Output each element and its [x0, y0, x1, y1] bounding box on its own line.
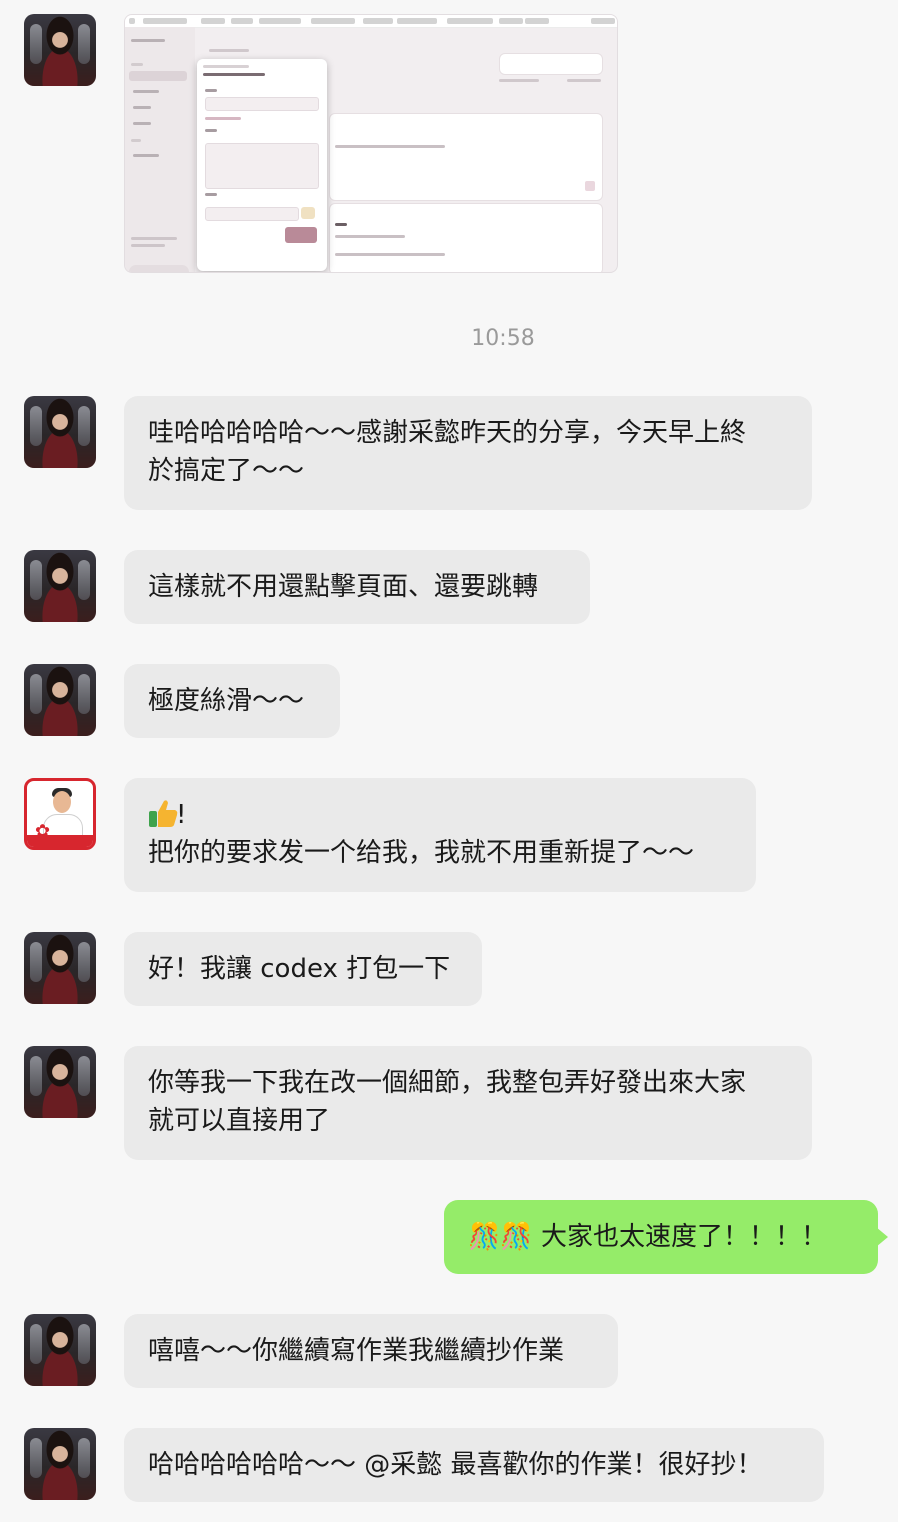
- message-text: 大家也太速度了！！！！: [541, 1222, 828, 1252]
- message-bubble[interactable]: ! 把你的要求发一个给我，我就不用重新提了～～: [124, 778, 756, 892]
- message-bubble[interactable]: 好！我讓 codex 打包一下: [124, 932, 482, 1006]
- outgoing-message-bubble[interactable]: 🎊🎊 大家也太速度了！！！！: [444, 1200, 878, 1274]
- message-text: 哈哈哈哈哈哈～～ @采懿 最喜歡你的作業！很好抄！: [148, 1450, 763, 1480]
- bubble-tail: [876, 1227, 888, 1247]
- thumb-modal-dialog: [197, 59, 327, 271]
- timestamp: 10:58: [471, 326, 535, 351]
- message-text: 這樣就不用還點擊頁面、還要跳轉: [148, 572, 539, 602]
- message-bubble[interactable]: 這樣就不用還點擊頁面、還要跳轉: [124, 550, 590, 624]
- avatar[interactable]: [24, 550, 96, 622]
- thumb-sidebar: [125, 27, 195, 272]
- message-bubble[interactable]: 嘻嘻～～你繼續寫作業我繼續抄作業: [124, 1314, 618, 1388]
- message-text: 於搞定了～～: [148, 456, 305, 486]
- message-bubble[interactable]: 你等我一下我在改一個細節，我整包弄好發出來大家 就可以直接用了: [124, 1046, 812, 1160]
- avatar[interactable]: [24, 396, 96, 468]
- avatar[interactable]: [24, 664, 96, 736]
- avatar[interactable]: [24, 14, 96, 86]
- avatar[interactable]: [24, 1046, 96, 1118]
- message-bubble[interactable]: 極度絲滑～～: [124, 664, 340, 738]
- thumbs-up-icon: [148, 797, 178, 829]
- message-text: 嘻嘻～～你繼續寫作業我繼續抄作業: [148, 1336, 565, 1366]
- message-text: 把你的要求发一个给我，我就不用重新提了～～: [148, 838, 695, 868]
- message-bubble[interactable]: 哇哈哈哈哈哈～～感謝采懿昨天的分享，今天早上終 於搞定了～～: [124, 396, 812, 510]
- message-text: 哇哈哈哈哈哈～～感謝采懿昨天的分享，今天早上終: [148, 418, 747, 448]
- avatar[interactable]: [24, 932, 96, 1004]
- thumb-bookmarks-bar: [125, 15, 617, 28]
- screenshot-thumbnail[interactable]: [124, 14, 618, 273]
- avatar[interactable]: ✿: [24, 778, 96, 850]
- message-text: 就可以直接用了: [148, 1106, 331, 1136]
- message-text: 好！我讓 codex 打包一下: [148, 954, 451, 984]
- avatar[interactable]: [24, 1314, 96, 1386]
- avatar[interactable]: [24, 1428, 96, 1500]
- message-text: 極度絲滑～～: [148, 686, 305, 716]
- message-text: 你等我一下我在改一個細節，我整包弄好發出來大家: [148, 1068, 747, 1098]
- message-bubble[interactable]: 哈哈哈哈哈哈～～ @采懿 最喜歡你的作業！很好抄！: [124, 1428, 824, 1502]
- confetti-icon: 🎊🎊: [468, 1222, 533, 1252]
